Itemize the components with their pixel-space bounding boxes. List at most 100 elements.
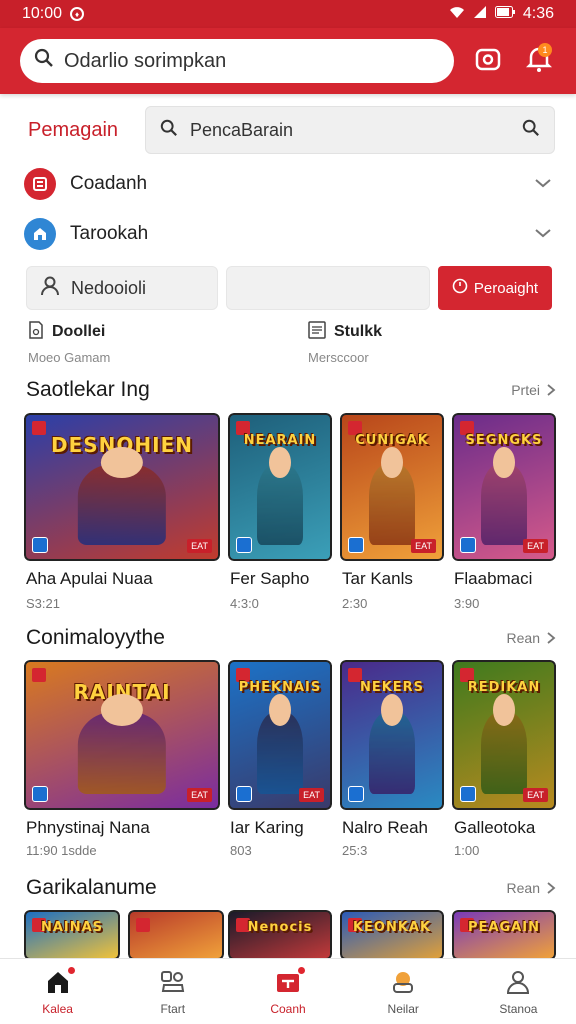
- game-cover-art: RAINTAI EAT: [24, 660, 220, 810]
- bottom-navigation: Kalea Ftart Coanh Neilar Stanoa: [0, 958, 576, 1024]
- game-card[interactable]: CUNIGAK EAT: [340, 413, 444, 561]
- game-meta: 4:3:0: [230, 596, 259, 611]
- game-title[interactable]: Galleotoka: [454, 818, 535, 838]
- character-head: [493, 694, 515, 727]
- game-logo: PHEKNAIS: [238, 680, 322, 695]
- game-card[interactable]: NEKERS: [340, 660, 444, 810]
- nav-item-games[interactable]: Ftart: [115, 959, 230, 1024]
- option-doollei[interactable]: Doollei Moeo Gamam: [28, 320, 110, 365]
- game-title[interactable]: Iar Karing: [230, 818, 304, 838]
- platform-icon: [32, 537, 48, 553]
- game-logo: PEAGAIN: [468, 920, 540, 935]
- list-icon: [308, 320, 326, 344]
- game-logo: Nenocis: [247, 920, 313, 935]
- game-cover-art: [128, 910, 224, 960]
- dropdown-store[interactable]: Tarookah: [24, 212, 552, 256]
- section-header: Saotlekar Ing Prtei: [26, 376, 556, 404]
- platform-icon: [348, 786, 364, 802]
- game-icon: [24, 168, 56, 200]
- game-title[interactable]: Phnystinaj Nana: [26, 818, 150, 838]
- chat-icon: [389, 968, 417, 996]
- game-card[interactable]: REDIKAN EAT: [452, 660, 556, 810]
- nav-badge: [66, 965, 76, 975]
- game-meta: 2:30: [342, 596, 368, 611]
- user-field[interactable]: Nedooioli: [26, 266, 218, 310]
- battery-icon: [494, 5, 515, 23]
- age-rating-badge: EAT: [523, 788, 548, 802]
- character-head: [100, 694, 144, 727]
- game-cover-art: NEARAIN: [228, 413, 332, 561]
- game-title[interactable]: Fer Sapho: [230, 569, 309, 589]
- home-icon: [44, 965, 76, 996]
- nav-item-profile[interactable]: Stanoa: [461, 959, 576, 1024]
- chevron-right-icon: [547, 632, 556, 644]
- game-logo: KEONKAK: [352, 920, 432, 935]
- game-cover-art: SEGNGKS EAT: [452, 413, 556, 561]
- nav-item-home[interactable]: Kalea: [0, 959, 115, 1024]
- game-card[interactable]: KEONKAK: [340, 910, 444, 960]
- platform-icon: [348, 537, 364, 553]
- age-rating-badge: EAT: [187, 539, 212, 553]
- header-search-placeholder: Odarlio sorimpkan: [64, 49, 227, 72]
- game-cover-art: Nenocis: [228, 910, 332, 960]
- apply-button[interactable]: Peroaight: [438, 266, 552, 310]
- see-more-link[interactable]: Rean: [507, 880, 556, 896]
- character-head: [269, 694, 291, 727]
- camera-icon: [474, 45, 502, 78]
- option-stulkk[interactable]: Stulkk Mersccoor: [308, 320, 382, 365]
- profile-icon: [504, 968, 532, 996]
- age-rating-badge: EAT: [411, 539, 436, 553]
- game-carousel: DESNOHIEN EAT NEARAIN CUNIGAK EAT SEGNGKS EAT: [24, 413, 576, 561]
- document-icon: [28, 320, 44, 344]
- game-card[interactable]: SEGNGKS EAT: [452, 413, 556, 561]
- section-title: Conimaloyythe: [26, 626, 165, 649]
- game-title[interactable]: Tar Kanls: [342, 569, 413, 589]
- game-card[interactable]: NEARAIN: [228, 413, 332, 561]
- search-submit-icon[interactable]: [522, 119, 540, 142]
- game-card[interactable]: RAINTAI EAT: [24, 660, 220, 810]
- see-more-label: Prtei: [511, 382, 540, 398]
- game-card[interactable]: [128, 910, 224, 960]
- filter-options: Doollei Moeo Gamam Stulkk Mersccoor: [28, 320, 528, 370]
- game-card[interactable]: PHEKNAIS EAT: [228, 660, 332, 810]
- header-search-input[interactable]: Odarlio sorimpkan: [20, 39, 454, 83]
- dropdown-category[interactable]: Coadanh: [24, 162, 552, 206]
- option-subtitle: Mersccoor: [308, 350, 369, 365]
- option-title: Doollei: [52, 323, 106, 340]
- game-cover-art: NAINAS: [24, 910, 120, 960]
- nav-item-store[interactable]: Coanh: [230, 959, 345, 1024]
- platform-icon: [460, 537, 476, 553]
- game-card[interactable]: PEAGAIN: [452, 910, 556, 960]
- nav-item-chat[interactable]: Neilar: [346, 959, 461, 1024]
- notification-icon: ♦: [70, 7, 85, 21]
- game-card[interactable]: NAINAS: [24, 910, 120, 960]
- game-card[interactable]: Nenocis: [228, 910, 332, 960]
- filter-search-input[interactable]: PencaBarain: [145, 106, 555, 154]
- game-cover-art: REDIKAN EAT: [452, 660, 556, 810]
- apply-button-label: Peroaight: [473, 279, 539, 297]
- publisher-badge-icon: [136, 918, 150, 932]
- notifications-button[interactable]: 1: [521, 41, 556, 81]
- nav-label: Neilar: [387, 1001, 419, 1016]
- chevron-right-icon: [547, 384, 556, 396]
- game-title[interactable]: Aha Apulai Nuaa: [26, 569, 153, 589]
- see-more-link[interactable]: Rean: [507, 630, 556, 646]
- search-icon: [34, 48, 54, 74]
- game-meta: 11:90 1sdde: [26, 843, 97, 858]
- game-title[interactable]: Flaabmaci: [454, 569, 532, 589]
- character-head: [100, 446, 144, 479]
- camera-button[interactable]: [470, 41, 505, 81]
- character-head: [381, 446, 403, 479]
- see-more-label: Rean: [506, 630, 540, 646]
- game-meta: S3:21: [26, 596, 60, 611]
- game-logo: NAINAS: [40, 920, 104, 935]
- section-header: Conimaloyythe Rean: [26, 624, 556, 652]
- game-title[interactable]: Nalro Reah: [342, 818, 428, 838]
- clock: 10:00: [22, 5, 63, 22]
- game-carousel: RAINTAI EAT PHEKNAIS EAT NEKERS REDIKAN EAT: [24, 660, 576, 810]
- see-more-link[interactable]: Prtei: [511, 382, 556, 398]
- secondary-field[interactable]: [226, 266, 430, 310]
- nav-label: Stanoa: [499, 1001, 538, 1016]
- game-card[interactable]: DESNOHIEN EAT: [24, 413, 220, 561]
- chevron-right-icon: [547, 882, 556, 894]
